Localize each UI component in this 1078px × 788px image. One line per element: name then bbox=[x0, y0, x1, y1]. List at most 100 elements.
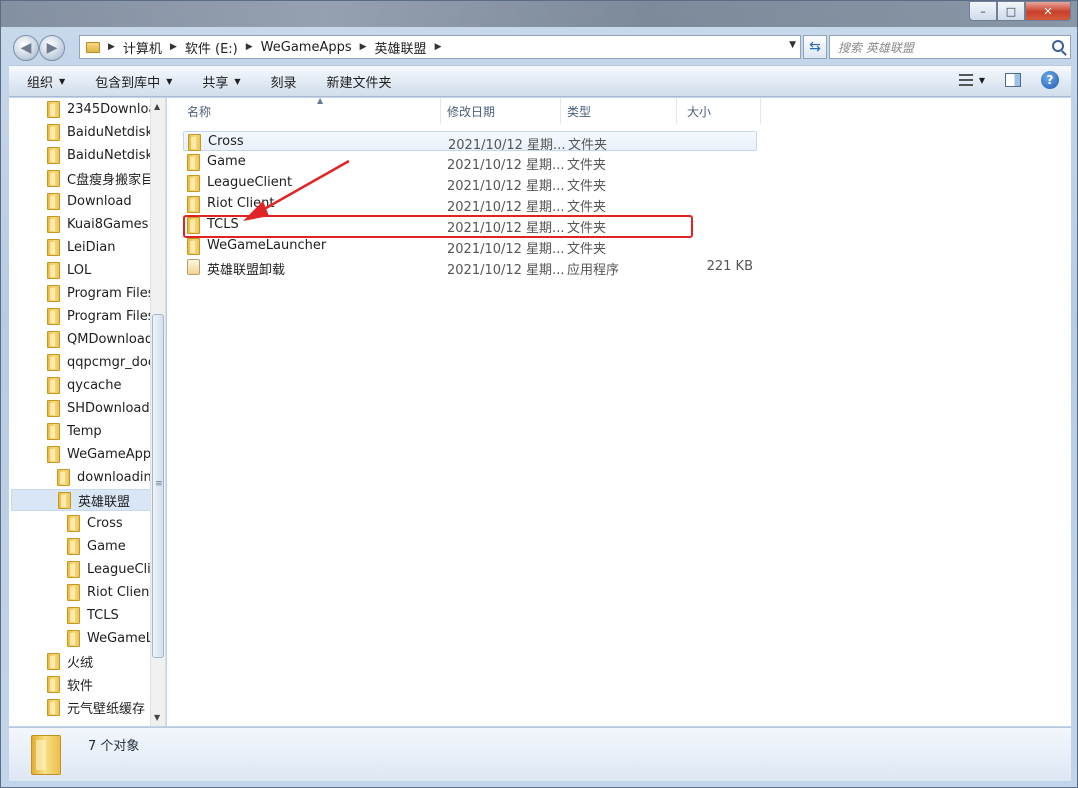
chevron-right-icon[interactable]: ▶ bbox=[435, 42, 442, 52]
file-name: 英雄联盟卸载 bbox=[207, 263, 286, 278]
folder-icon bbox=[67, 514, 80, 532]
nav-tree-item[interactable]: WeGameL bbox=[67, 627, 151, 649]
grip-icon: ≡ bbox=[155, 479, 163, 489]
breadcrumb-current[interactable]: 英雄联盟 bbox=[375, 38, 427, 57]
preview-pane-icon[interactable] bbox=[1005, 73, 1021, 87]
back-button[interactable]: ◀ bbox=[13, 35, 39, 61]
nav-tree-item[interactable]: Riot Client bbox=[67, 581, 151, 603]
nav-tree-item[interactable]: Cross bbox=[67, 512, 151, 534]
nav-scrollbar[interactable]: ▲ ≡ ▼ bbox=[150, 98, 165, 726]
search-icon[interactable] bbox=[1052, 40, 1064, 52]
nav-tree-label: 元气壁纸缓存 bbox=[67, 701, 146, 717]
column-type-label: 类型 bbox=[567, 104, 592, 119]
nav-tree-item[interactable]: 软件 bbox=[47, 673, 151, 695]
sort-ascending-icon: ▲ bbox=[317, 96, 324, 105]
close-button[interactable]: ✕ bbox=[1025, 1, 1071, 21]
column-date-label: 修改日期 bbox=[447, 104, 496, 119]
nav-tree-label: LeiDian bbox=[67, 239, 116, 255]
folder-icon bbox=[187, 154, 200, 171]
nav-tree-item[interactable]: 元气壁纸缓存 bbox=[47, 696, 151, 718]
folder-large-icon bbox=[31, 735, 61, 775]
file-row[interactable]: WeGameLauncher 2021/10/12 星期... 文件夹 bbox=[183, 236, 757, 257]
include-in-library-menu[interactable]: 包含到库中 ▼ bbox=[95, 72, 172, 91]
refresh-button[interactable]: ⇆ bbox=[803, 35, 827, 59]
file-row[interactable]: 英雄联盟卸载 2021/10/12 星期... 应用程序 221 KB bbox=[183, 257, 757, 278]
nav-tree-item[interactable]: WeGameApps bbox=[47, 443, 151, 465]
nav-tree-item[interactable]: Kuai8Games bbox=[47, 213, 151, 235]
file-name: Cross bbox=[208, 134, 244, 149]
address-bar[interactable]: ▶ 计算机 ▶ 软件 (E:) ▶ WeGameApps ▶ 英雄联盟 ▶ ▼ bbox=[79, 35, 801, 59]
nav-tree-item[interactable]: downloadin bbox=[57, 466, 151, 488]
column-header-name[interactable]: 名称 ▲ bbox=[177, 96, 441, 124]
nav-tree-item[interactable]: 2345Downloa bbox=[47, 98, 151, 120]
nav-tree-label: BaiduNetdisk bbox=[67, 147, 151, 163]
nav-tree-item[interactable]: 英雄联盟 bbox=[11, 489, 151, 511]
address-dropdown-icon[interactable]: ▼ bbox=[789, 40, 796, 50]
folder-icon bbox=[58, 491, 71, 509]
breadcrumb-computer[interactable]: 计算机 bbox=[123, 38, 162, 57]
nav-tree-item[interactable]: TCLS bbox=[67, 604, 151, 626]
nav-tree-item[interactable]: C盘瘦身搬家目 bbox=[47, 167, 151, 189]
column-header-size[interactable]: 大小 bbox=[677, 98, 761, 124]
column-name-label: 名称 bbox=[187, 104, 212, 119]
new-folder-button[interactable]: 新建文件夹 bbox=[327, 72, 392, 91]
forward-button[interactable]: ▶ bbox=[39, 35, 65, 61]
file-date: 2021/10/12 星期... bbox=[448, 138, 566, 153]
nav-tree-item[interactable]: LeiDian bbox=[47, 236, 151, 258]
folder-icon bbox=[47, 215, 60, 233]
chevron-right-icon[interactable]: ▶ bbox=[170, 42, 177, 52]
folder-icon bbox=[47, 169, 60, 187]
nav-tree-item[interactable]: Temp bbox=[47, 420, 151, 442]
nav-tree-label: qqpcmgr_doc bbox=[67, 354, 151, 370]
help-icon[interactable]: ? bbox=[1041, 71, 1059, 89]
nav-tree-item[interactable]: Program Files bbox=[47, 305, 151, 327]
nav-tree-item[interactable]: QMDownload bbox=[47, 328, 151, 350]
nav-tree-item[interactable]: SHDownload bbox=[47, 397, 151, 419]
nav-tree-item[interactable]: qycache bbox=[47, 374, 151, 396]
file-type: 应用程序 bbox=[567, 263, 620, 278]
breadcrumb-wegameapps[interactable]: WeGameApps bbox=[261, 40, 352, 55]
scroll-thumb[interactable]: ≡ bbox=[152, 314, 164, 658]
scroll-down-icon[interactable]: ▼ bbox=[154, 713, 160, 722]
maximize-button[interactable]: □ bbox=[997, 1, 1025, 21]
scroll-up-icon[interactable]: ▲ bbox=[154, 102, 160, 111]
change-view-button[interactable]: ▼ bbox=[958, 74, 985, 86]
chevron-right-icon[interactable]: ▶ bbox=[246, 42, 253, 52]
column-header-type[interactable]: 类型 bbox=[557, 98, 677, 124]
nav-tree-item[interactable]: Download bbox=[47, 190, 151, 212]
explorer-window: – □ ✕ ◀ ▶ ▶ 计算机 ▶ 软件 (E:) ▶ WeGameApps ▶… bbox=[0, 0, 1078, 788]
chevron-down-icon: ▼ bbox=[166, 76, 173, 86]
folder-icon bbox=[47, 422, 60, 440]
nav-tree-item[interactable]: BaiduNetdisk bbox=[47, 121, 151, 143]
nav-tree-label: TCLS bbox=[87, 607, 119, 623]
file-row[interactable]: Cross 2021/10/12 星期... 文件夹 bbox=[183, 131, 757, 153]
nav-tree-label: qycache bbox=[67, 377, 122, 393]
nav-tree-item[interactable]: Game bbox=[67, 535, 151, 557]
nav-tree-item[interactable]: Program Files bbox=[47, 282, 151, 304]
nav-tree-item[interactable]: LeagueClie bbox=[67, 558, 151, 580]
breadcrumb-drive[interactable]: 软件 (E:) bbox=[185, 38, 238, 57]
nav-tree-item[interactable]: LOL bbox=[47, 259, 151, 281]
nav-tree-item[interactable]: qqpcmgr_doc bbox=[47, 351, 151, 373]
share-menu[interactable]: 共享 ▼ bbox=[202, 72, 240, 91]
folder-icon bbox=[47, 353, 60, 371]
folder-icon bbox=[47, 307, 60, 325]
view-list-icon bbox=[958, 74, 973, 86]
folder-icon bbox=[47, 399, 60, 417]
folder-icon bbox=[67, 606, 80, 624]
new-folder-label: 新建文件夹 bbox=[326, 75, 392, 91]
column-header-date[interactable]: 修改日期 bbox=[437, 98, 561, 124]
burn-button[interactable]: 刻录 bbox=[271, 72, 297, 91]
folder-icon bbox=[47, 330, 60, 348]
chevron-right-icon[interactable]: ▶ bbox=[108, 42, 115, 52]
nav-tree-label: BaiduNetdisk bbox=[67, 124, 151, 140]
search-input[interactable]: 搜索 英雄联盟 bbox=[829, 35, 1071, 59]
minimize-button[interactable]: – bbox=[969, 1, 997, 21]
nav-tree-label: 2345Downloa bbox=[67, 101, 151, 117]
nav-tree-item[interactable]: BaiduNetdisk bbox=[47, 144, 151, 166]
details-pane: 7 个对象 bbox=[9, 727, 1071, 781]
nav-tree-item[interactable]: 火绒 bbox=[47, 650, 151, 672]
chevron-right-icon[interactable]: ▶ bbox=[360, 42, 367, 52]
folder-icon bbox=[47, 100, 60, 118]
organize-menu[interactable]: 组织 ▼ bbox=[27, 72, 65, 91]
